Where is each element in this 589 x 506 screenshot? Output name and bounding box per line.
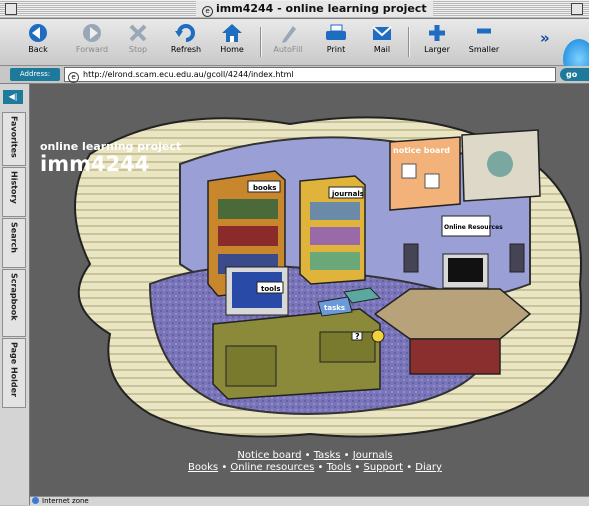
toolbar-overflow-chevron[interactable]: » (540, 29, 550, 47)
sidebar-tab-scrapbook[interactable]: Scrapbook (2, 269, 26, 337)
autofill-icon (282, 26, 296, 43)
forward-label: Forward (75, 45, 109, 54)
stop-label: Stop (128, 45, 148, 54)
online-resources-sign-label: Online Resources (444, 224, 503, 231)
close-box[interactable] (5, 3, 17, 15)
sidebar-tab-favorites[interactable]: Favorites (2, 112, 26, 166)
globe-icon (32, 497, 39, 504)
home-label: Home (220, 45, 244, 54)
link-books[interactable]: Books (188, 462, 218, 473)
links-row-1: Notice board • Tasks • Journals (130, 450, 500, 462)
sidebar-tab-history[interactable]: History (2, 167, 26, 217)
ie-page-icon: e (202, 6, 213, 17)
refresh-icon (175, 24, 195, 42)
toolbar-separator (260, 27, 262, 57)
link-journals[interactable]: Journals (353, 450, 393, 461)
refresh-button[interactable]: Refresh (162, 22, 210, 54)
mail-icon (372, 26, 392, 40)
home-icon (222, 24, 242, 42)
print-icon (326, 24, 346, 40)
sidebar-tab-label: Scrapbook (9, 273, 19, 321)
notice-board (389, 129, 541, 211)
link-separator: • (403, 462, 416, 473)
back-button[interactable]: Back (14, 22, 62, 54)
links-row-2: Books • Online resources • Tools • Suppo… (130, 462, 500, 474)
link-separator: • (314, 462, 327, 473)
forward-button[interactable]: Forward (68, 22, 116, 54)
link-support[interactable]: Support (364, 462, 404, 473)
autofill-label: AutoFill (273, 45, 303, 54)
stop-button[interactable]: Stop (114, 22, 162, 54)
window-title-text: imm4244 - online learning project (216, 2, 427, 15)
link-separator: • (218, 462, 231, 473)
sidebar-collapse-arrow-icon[interactable]: ◀| (3, 90, 23, 104)
journals-sign-label: journals (331, 190, 364, 198)
zoom-box[interactable] (571, 3, 583, 15)
smaller-icon (477, 28, 491, 34)
tasks-sign-label: tasks (324, 304, 345, 312)
mail-label: Mail (373, 45, 391, 54)
smaller-button[interactable]: Smaller (460, 22, 508, 54)
link-separator: • (301, 450, 314, 461)
stop-icon (129, 24, 147, 42)
link-online-resources[interactable]: Online resources (230, 462, 314, 473)
link-separator: • (340, 450, 353, 461)
refresh-label: Refresh (170, 45, 202, 54)
toolbar: Back Forward Stop Refresh Home AutoFill … (0, 19, 589, 79)
sidebar-tab-label: Page Holder (9, 342, 19, 398)
page-heading: online learning project imm4244 (40, 140, 181, 176)
sidebar-tab-label: Search (9, 222, 19, 253)
address-label: Address: (10, 68, 60, 81)
sidebar-tab-label: History (9, 171, 19, 204)
forward-arrow-icon (83, 24, 101, 42)
larger-button[interactable]: Larger (413, 22, 461, 54)
autofill-button[interactable]: AutoFill (264, 22, 312, 54)
mail-button[interactable]: Mail (358, 22, 406, 54)
home-button[interactable]: Home (208, 22, 256, 54)
address-url: http://elrond.scam.ecu.edu.au/gcoll/4244… (83, 70, 294, 79)
site-navigation-links: Notice board • Tasks • Journals Books • … (130, 450, 500, 474)
toolbar-separator (408, 27, 410, 57)
smaller-label: Smaller (468, 45, 500, 54)
link-notice-board[interactable]: Notice board (237, 450, 301, 461)
address-bar: Address: e http://elrond.scam.ecu.edu.au/… (0, 66, 589, 84)
window-title: e imm4244 - online learning project (196, 1, 433, 17)
page-icon: e (68, 72, 79, 83)
print-button[interactable]: Print (312, 22, 360, 54)
sidebar-tab-label: Favorites (9, 116, 19, 158)
address-field[interactable]: e http://elrond.scam.ecu.edu.au/gcoll/424… (64, 67, 556, 83)
link-tools[interactable]: Tools (327, 462, 352, 473)
explorer-sidebar: ◀| Favorites History Search Scrapbook Pa… (0, 84, 30, 505)
go-button[interactable]: go (560, 68, 589, 81)
link-separator: • (351, 462, 364, 473)
print-label: Print (326, 45, 346, 54)
link-diary[interactable]: Diary (415, 462, 442, 473)
back-label: Back (28, 45, 48, 54)
help-sign-label: ? (355, 332, 360, 341)
larger-icon (429, 25, 445, 41)
books-sign-label: books (253, 184, 276, 192)
link-tasks[interactable]: Tasks (314, 450, 341, 461)
notice-board-sign-label: notice board (393, 146, 450, 155)
larger-label: Larger (424, 45, 450, 54)
status-text: Internet zone (42, 497, 89, 505)
back-arrow-icon (29, 24, 47, 42)
sidebar-tab-page-holder[interactable]: Page Holder (2, 338, 26, 408)
tools-sign-label: tools (261, 285, 281, 293)
window-title-bar[interactable]: e imm4244 - online learning project (0, 0, 589, 19)
page-title: imm4244 (40, 152, 150, 176)
page-content: books journals notice board Online Resou… (30, 84, 589, 496)
sidebar-tab-search[interactable]: Search (2, 218, 26, 268)
